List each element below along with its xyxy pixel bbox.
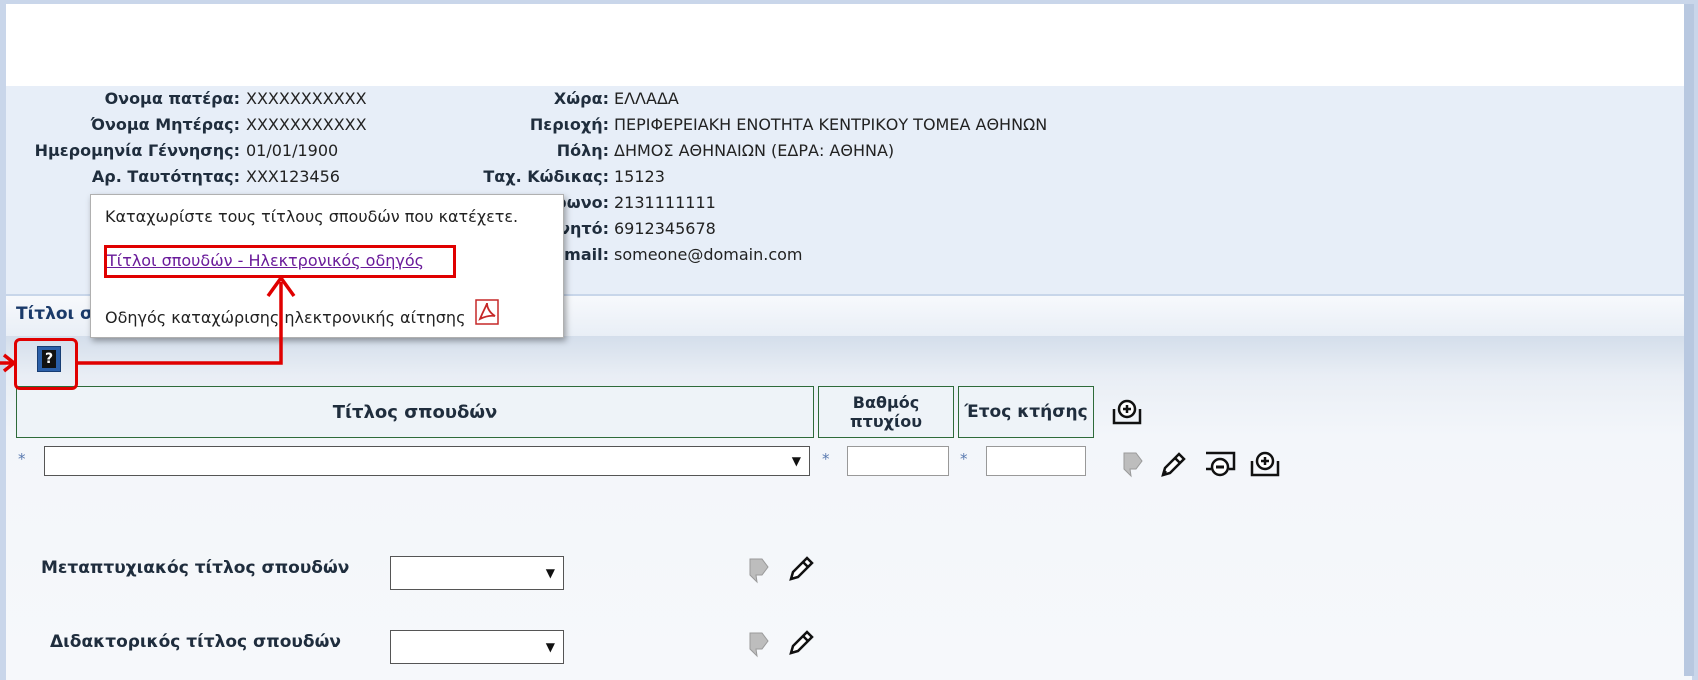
dropdown-arrow-icon: ▼	[545, 566, 555, 580]
doctoral-edit-button[interactable]	[784, 626, 818, 660]
info-value: 2131111111	[614, 193, 716, 212]
info-row-country: Χώρα: ΕΛΛΑΔΑ	[6, 86, 1206, 112]
add-row-icon	[1112, 399, 1142, 425]
move-icon	[749, 632, 769, 658]
info-value: 6912345678	[614, 219, 716, 238]
move-icon	[1123, 452, 1143, 478]
edit-button[interactable]	[1156, 448, 1190, 482]
col-header-grade-text: Βαθμός πτυχίου	[849, 393, 923, 431]
info-row-postcode: Ταχ. Κώδικας: 15123	[6, 164, 1206, 190]
info-label: Ταχ. Κώδικας:	[483, 167, 609, 186]
pencil-icon	[789, 630, 814, 655]
app-window: Ονομα πατέρα: XXXXXXXXXXX Όνομα Μητέρας:…	[0, 0, 1698, 680]
required-mark: *	[822, 450, 830, 468]
info-value: someone@domain.com	[614, 245, 803, 264]
move-button[interactable]	[1114, 448, 1148, 480]
col-header-grade: Βαθμός πτυχίου	[818, 386, 954, 438]
year-input[interactable]	[986, 446, 1086, 476]
required-mark: *	[18, 450, 26, 468]
remove-row-button[interactable]	[1202, 448, 1238, 480]
dropdown-arrow-icon: ▼	[791, 454, 801, 468]
pencil-icon	[789, 556, 814, 581]
remove-row-icon	[1206, 451, 1236, 477]
dropdown-arrow-icon: ▼	[545, 640, 555, 654]
doctoral-select[interactable]: ▼	[390, 630, 564, 664]
pdf-icon	[474, 299, 499, 325]
info-value: 15123	[614, 167, 665, 186]
col-header-title: Τίτλος σπουδών	[16, 386, 814, 438]
col-header-year-text: Έτος κτήσης	[964, 402, 1088, 422]
info-row-city: Πόλη: ΔΗΜΟΣ ΑΘΗΝΑΙΩΝ (ΕΔΡΑ: ΑΘΗΝΑ)	[6, 138, 1206, 164]
postgrad-edit-button[interactable]	[784, 552, 818, 586]
info-value: ΔΗΜΟΣ ΑΘΗΝΑΙΩΝ (ΕΔΡΑ: ΑΘΗΝΑ)	[614, 141, 895, 160]
grade-input[interactable]	[847, 446, 949, 476]
postgrad-move-button[interactable]	[740, 554, 774, 586]
postgrad-label: Μεταπτυχιακός τίτλος σπουδών	[41, 558, 350, 578]
annotation-arrow	[0, 275, 296, 373]
add-row-button[interactable]	[1110, 396, 1144, 428]
move-icon	[749, 558, 769, 584]
add-row-icon	[1250, 451, 1280, 477]
postgrad-select[interactable]: ▼	[390, 556, 564, 590]
info-value: ΠΕΡΙΦΕΡΕΙΑΚΗ ΕΝΟΤΗΤΑ ΚΕΝΤΡΙΚΟΥ ΤΟΜΕΑ ΑΘΗ…	[614, 115, 1048, 134]
info-label: Χώρα:	[553, 89, 609, 108]
col-header-title-text: Τίτλος σπουδών	[332, 401, 498, 423]
degree-title-select[interactable]: ▼	[44, 446, 810, 476]
popup-text: Καταχωρίστε τους τίτλους σπουδών που κατ…	[105, 207, 519, 226]
info-label: Περιοχή:	[529, 115, 609, 134]
col-header-year: Έτος κτήσης	[958, 386, 1094, 438]
scrollbar[interactable]	[1684, 4, 1694, 676]
info-row-region: Περιοχή: ΠΕΡΙΦΕΡΕΙΑΚΗ ΕΝΟΤΗΤΑ ΚΕΝΤΡΙΚΟΥ …	[6, 112, 1206, 138]
top-area	[6, 4, 1692, 86]
doctoral-move-button[interactable]	[740, 628, 774, 660]
doctoral-label: Διδακτορικός τίτλος σπουδών	[50, 632, 341, 652]
add-row-inline-button[interactable]	[1248, 448, 1282, 480]
pencil-icon	[1161, 452, 1186, 477]
required-mark: *	[960, 450, 968, 468]
info-value: ΕΛΛΑΔΑ	[614, 89, 679, 108]
info-label: Πόλη:	[556, 141, 609, 160]
